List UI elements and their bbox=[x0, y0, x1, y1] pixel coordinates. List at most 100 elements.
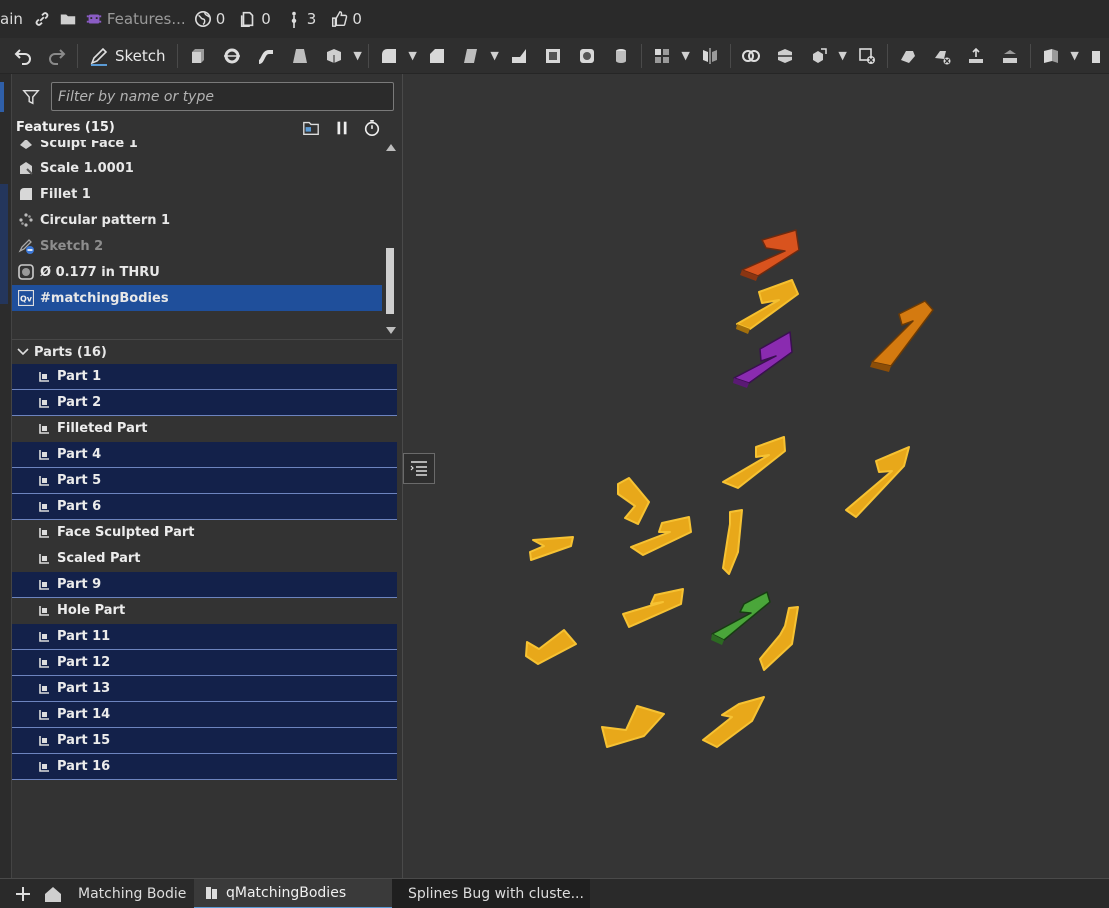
feature-item-hole[interactable]: Ø 0.177 in THRU bbox=[12, 259, 382, 285]
delete-part-button[interactable] bbox=[850, 38, 884, 73]
sketch-button[interactable]: Sketch bbox=[81, 38, 174, 73]
boolean-button[interactable] bbox=[734, 38, 768, 73]
part-shape[interactable] bbox=[630, 516, 692, 556]
part-shape[interactable] bbox=[722, 509, 743, 575]
shell-button[interactable] bbox=[536, 38, 570, 73]
modify-fillet-button[interactable] bbox=[891, 38, 925, 73]
feature-item-sketch-2[interactable]: Sketch 2 bbox=[12, 233, 382, 259]
chevron-down-icon[interactable] bbox=[17, 346, 29, 358]
feature-item-sculpt-face[interactable]: Sculpt Face 1 bbox=[12, 140, 382, 156]
part-shape[interactable] bbox=[711, 591, 771, 645]
replace-face-button[interactable] bbox=[993, 38, 1027, 73]
feature-item-fillet[interactable]: Fillet 1 bbox=[12, 181, 382, 207]
part-item[interactable]: Part 6 bbox=[12, 494, 397, 520]
part-shape[interactable] bbox=[733, 331, 793, 388]
feature-item-scale[interactable]: Scale 1.0001 bbox=[12, 155, 382, 181]
loft-button[interactable] bbox=[283, 38, 317, 73]
part-item[interactable]: Hole Part bbox=[12, 598, 397, 624]
fillet-button[interactable] bbox=[372, 38, 406, 73]
part-shape[interactable] bbox=[870, 300, 934, 372]
part-item[interactable]: Part 1 bbox=[12, 364, 397, 390]
mirror-icon bbox=[702, 47, 717, 64]
sweep-button[interactable] bbox=[249, 38, 283, 73]
part-item[interactable]: Part 13 bbox=[12, 676, 397, 702]
folder-icon[interactable] bbox=[59, 10, 77, 28]
more-tools-button[interactable] bbox=[1082, 38, 1109, 73]
draft-button[interactable] bbox=[454, 38, 488, 73]
chevron-down-icon[interactable]: ▼ bbox=[679, 49, 693, 62]
delete-face-button[interactable] bbox=[925, 38, 959, 73]
chevron-down-icon[interactable]: ▼ bbox=[351, 49, 365, 62]
feature-item-matching-bodies[interactable]: Qv #matchingBodies bbox=[12, 285, 382, 311]
thumbs-up-icon[interactable] bbox=[330, 10, 348, 28]
tab-feature-studio-active[interactable]: qMatchingBodies bbox=[194, 878, 392, 908]
parts-header[interactable]: Parts (16) bbox=[12, 339, 403, 363]
tab-feature-studio[interactable]: Splines Bug with cluste... bbox=[392, 878, 590, 908]
move-face-button[interactable] bbox=[959, 38, 993, 73]
filter-icon[interactable] bbox=[22, 88, 40, 106]
tab-part-studio[interactable]: Matching Bodie bbox=[68, 879, 194, 908]
part-item[interactable]: Part 16 bbox=[12, 754, 397, 780]
part-item[interactable]: Part 14 bbox=[12, 702, 397, 728]
thicken-button[interactable] bbox=[317, 38, 351, 73]
chevron-down-icon[interactable]: ▼ bbox=[406, 49, 420, 62]
document-title[interactable]: Features... bbox=[107, 10, 186, 28]
revolve-button[interactable] bbox=[215, 38, 249, 73]
branch-icon[interactable] bbox=[285, 10, 303, 28]
feature-label: Sketch 2 bbox=[40, 238, 104, 254]
undo-button[interactable] bbox=[6, 38, 40, 73]
part-shape[interactable] bbox=[759, 606, 799, 671]
split-button[interactable] bbox=[768, 38, 802, 73]
tab-label: qMatchingBodies bbox=[226, 884, 347, 901]
graphics-viewport[interactable] bbox=[404, 74, 1109, 878]
transform-button[interactable] bbox=[802, 38, 836, 73]
globe-icon[interactable] bbox=[194, 10, 212, 28]
part-shape[interactable] bbox=[601, 705, 665, 748]
part-shape[interactable] bbox=[845, 446, 910, 518]
pause-icon[interactable] bbox=[332, 119, 352, 137]
rib-button[interactable] bbox=[502, 38, 536, 73]
redo-button[interactable] bbox=[40, 38, 74, 73]
plane-button[interactable] bbox=[1034, 38, 1068, 73]
split-icon bbox=[777, 48, 792, 63]
hole-button[interactable] bbox=[570, 38, 604, 73]
part-shape[interactable] bbox=[722, 436, 786, 489]
chamfer-button[interactable] bbox=[420, 38, 454, 73]
part-item[interactable]: Part 12 bbox=[12, 650, 397, 676]
extrude-button[interactable] bbox=[181, 38, 215, 73]
part-item[interactable]: Filleted Part bbox=[12, 416, 397, 442]
part-icon bbox=[39, 475, 49, 486]
chevron-down-icon[interactable]: ▼ bbox=[488, 49, 502, 62]
part-item[interactable]: Face Sculpted Part bbox=[12, 520, 397, 546]
part-shape[interactable] bbox=[525, 629, 577, 665]
part-shape[interactable] bbox=[622, 588, 684, 628]
part-shape[interactable] bbox=[529, 536, 574, 561]
home-tab-button[interactable] bbox=[38, 879, 68, 908]
documents-icon[interactable] bbox=[239, 10, 257, 28]
linear-pattern-button[interactable] bbox=[645, 38, 679, 73]
part-shape[interactable] bbox=[702, 696, 765, 748]
chevron-down-icon[interactable]: ▼ bbox=[836, 49, 850, 62]
part-item[interactable]: Scaled Part bbox=[12, 546, 397, 572]
branch-name[interactable]: ain bbox=[0, 10, 23, 28]
folder-add-icon[interactable] bbox=[301, 119, 321, 137]
part-shape[interactable] bbox=[736, 279, 799, 334]
part-item[interactable]: Part 4 bbox=[12, 442, 397, 468]
feature-item-circular-pattern[interactable]: Circular pattern 1 bbox=[12, 207, 382, 233]
add-tab-button[interactable] bbox=[8, 879, 38, 908]
part-item[interactable]: Part 11 bbox=[12, 624, 397, 650]
part-item[interactable]: Part 5 bbox=[12, 468, 397, 494]
part-item[interactable]: Part 2 bbox=[12, 390, 397, 416]
model-canvas[interactable] bbox=[404, 74, 1109, 878]
stopwatch-icon[interactable] bbox=[362, 119, 382, 137]
filter-input[interactable] bbox=[51, 82, 394, 111]
mirror-button[interactable] bbox=[693, 38, 727, 73]
part-shape[interactable] bbox=[740, 229, 800, 281]
link-icon[interactable] bbox=[33, 10, 51, 28]
part-shape[interactable] bbox=[617, 477, 650, 525]
features-scrollbar[interactable] bbox=[384, 144, 398, 334]
part-item[interactable]: Part 9 bbox=[12, 572, 397, 598]
cylinder-button[interactable] bbox=[604, 38, 638, 73]
part-item[interactable]: Part 15 bbox=[12, 728, 397, 754]
chevron-down-icon[interactable]: ▼ bbox=[1068, 49, 1082, 62]
